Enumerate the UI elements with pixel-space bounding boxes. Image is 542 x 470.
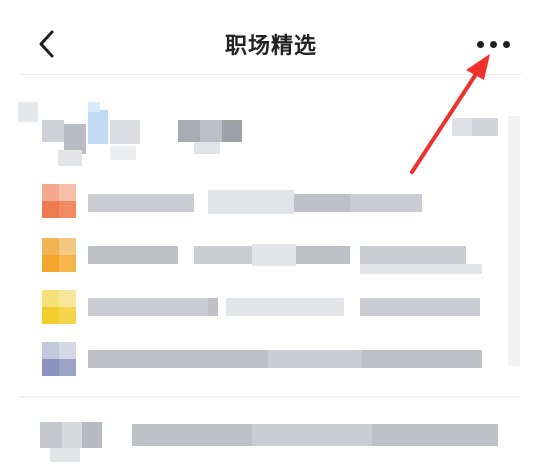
list-item[interactable]	[0, 338, 542, 384]
top-navigation-bar: 职场精选	[0, 0, 542, 74]
list-item[interactable]	[0, 418, 542, 464]
list-item-icon	[42, 238, 76, 272]
page-title: 职场精选	[224, 34, 317, 59]
blurred-profile-block	[18, 102, 168, 168]
blurred-name-text	[178, 120, 242, 154]
list-item[interactable]	[0, 234, 542, 280]
pixelated-content-area	[0, 76, 542, 470]
list-item[interactable]	[0, 180, 542, 226]
list-item-icon	[42, 290, 76, 324]
header-divider	[20, 74, 522, 75]
list-item[interactable]	[0, 286, 542, 332]
blurred-right-text	[452, 118, 498, 136]
list-item-icon	[42, 184, 76, 218]
list-item-icon	[42, 342, 76, 376]
more-options-button[interactable]	[470, 30, 516, 60]
